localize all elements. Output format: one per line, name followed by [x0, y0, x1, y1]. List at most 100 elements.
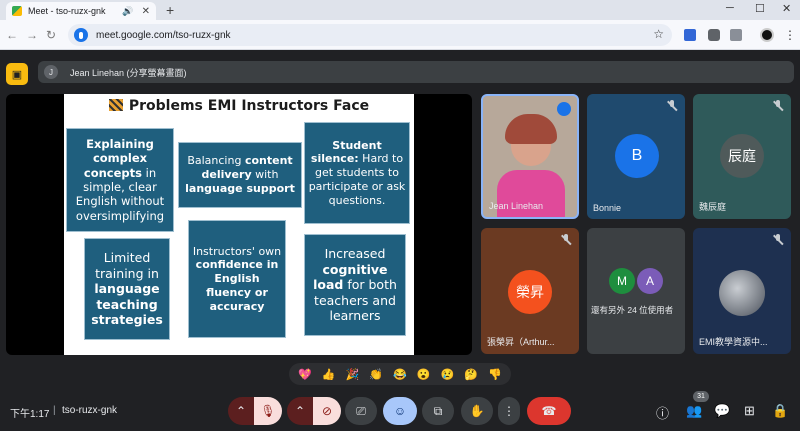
participant-count-badge: 31: [693, 391, 709, 402]
close-window-icon[interactable]: ✕: [782, 2, 791, 15]
reaction-thumbs-up[interactable]: 👍: [322, 368, 336, 381]
back-icon[interactable]: ←: [6, 28, 18, 42]
meeting-code: tso-ruzx-gnk: [62, 405, 118, 416]
present-screen-button[interactable]: ⎚: [345, 397, 377, 425]
reaction-thinking[interactable]: 🤔: [464, 368, 478, 381]
participant-name: Jean Linehan: [489, 201, 544, 211]
participant-name: 張榮昇（Arthur...: [487, 337, 555, 347]
avatar-m: M: [609, 268, 635, 294]
slide-title: Problems EMI Instructors Face: [64, 98, 414, 114]
slide-box-1: Explaining complex concepts in simple, c…: [66, 128, 174, 232]
avatar-a: A: [637, 268, 663, 294]
browser-tab-bar: Meet - tso-ruzx-gnk 🔊 ✕ + ─ ☐ ✕: [0, 0, 800, 20]
mic-toggle-button[interactable]: 🎙: [254, 397, 282, 425]
profile-avatar[interactable]: [760, 28, 774, 42]
maximize-icon[interactable]: ☐: [755, 2, 765, 15]
mic-off-icon: 🎙: [260, 404, 276, 418]
participant-tile-wei[interactable]: 辰庭 魏辰庭: [693, 94, 791, 219]
slide-box-5: Instructors' own confidence in English f…: [188, 220, 286, 338]
browser-tab[interactable]: Meet - tso-ruzx-gnk 🔊 ✕: [6, 2, 156, 20]
reactions-bar: 💖 👍 🎉 👏 😂 😮 😢 🤔 👎: [289, 363, 511, 385]
kebab-icon: ⋮: [503, 404, 515, 418]
participant-tile-emi[interactable]: EMI教學資源中...: [693, 228, 791, 354]
participant-tile-bonnie[interactable]: B Bonnie: [587, 94, 685, 219]
reaction-party[interactable]: 🎉: [346, 368, 360, 381]
reaction-heart[interactable]: 💖: [298, 368, 312, 381]
present-icon: ⎚: [356, 403, 366, 418]
participant-name: EMI教學資源中...: [699, 337, 768, 347]
shared-screen: Problems EMI Instructors Face Explaining…: [6, 94, 472, 355]
presenter-label: Jean Linehan (分享螢幕畫面): [70, 67, 187, 78]
chevron-up-icon: ⌃: [235, 404, 247, 418]
mic-off-icon: [561, 234, 571, 246]
participant-name: 還有另外 24 位使用者: [591, 305, 674, 315]
slide-box-3: Student silence: Hard to get students to…: [304, 122, 410, 224]
mic-off-icon: [773, 234, 783, 246]
meet-favicon-icon: [12, 6, 22, 16]
new-tab-button[interactable]: +: [166, 2, 174, 18]
reaction-laugh[interactable]: 😂: [393, 368, 407, 381]
bookmark-star-icon[interactable]: ☆: [653, 27, 664, 41]
slide-box-6: Increased cognitive load for both teache…: [304, 234, 406, 336]
presentation-icon[interactable]: ▣: [6, 63, 28, 85]
hang-up-icon: ☎: [541, 404, 557, 418]
participant-name: 魏辰庭: [699, 202, 727, 212]
reaction-sad[interactable]: 😢: [441, 368, 455, 381]
participant-tile-others[interactable]: M A 還有另外 24 位使用者: [587, 228, 685, 354]
captions-icon: ⧉: [433, 403, 443, 418]
camera-toggle-button[interactable]: ⊘: [313, 397, 341, 425]
speaking-indicator-icon: [557, 102, 571, 116]
host-controls-icon[interactable]: 🔒: [772, 403, 788, 419]
mic-off-icon: [667, 100, 677, 112]
captions-button[interactable]: ⧉: [422, 397, 454, 425]
participant-tile-jean[interactable]: Jean Linehan: [481, 94, 579, 219]
presenter-avatar: J: [44, 65, 58, 79]
slide: Problems EMI Instructors Face Explaining…: [64, 94, 414, 355]
participant-tile-arthur[interactable]: 榮昇 張榮昇（Arthur...: [481, 228, 579, 354]
mic-options-button[interactable]: ⌃: [228, 397, 254, 425]
extension-icon[interactable]: [684, 29, 696, 41]
reaction-thumbs-down[interactable]: 👎: [488, 368, 502, 381]
reaction-surprised[interactable]: 😮: [417, 368, 431, 381]
site-info-icon[interactable]: [74, 28, 88, 42]
tab-title: Meet - tso-ruzx-gnk: [28, 6, 106, 16]
emoji-icon: ☺: [393, 404, 407, 418]
participant-hair: [505, 114, 557, 144]
avatar: 辰庭: [720, 134, 764, 178]
avatar: B: [615, 134, 659, 178]
cast-icon[interactable]: [708, 29, 720, 41]
slide-box-2: Balancing content delivery with language…: [178, 142, 302, 208]
people-icon[interactable]: 👥: [686, 403, 702, 419]
chevron-up-icon: ⌃: [294, 404, 306, 418]
close-tab-icon[interactable]: ✕: [142, 6, 150, 17]
omnibox[interactable]: meet.google.com/tso-ruzx-gnk ☆: [68, 24, 672, 46]
forward-icon[interactable]: →: [26, 28, 38, 42]
meeting-info-icon[interactable]: ⓘ: [656, 403, 669, 422]
reaction-clap[interactable]: 👏: [369, 368, 383, 381]
raise-hand-button[interactable]: ✋: [461, 397, 493, 425]
address-bar-row: ← → ↻ meet.google.com/tso-ruzx-gnk ☆ ⋮: [0, 20, 800, 50]
menu-kebab-icon[interactable]: ⋮: [784, 28, 796, 42]
minimize-icon[interactable]: ─: [726, 2, 734, 14]
clock-time: 下午1:17: [10, 409, 50, 420]
leave-call-button[interactable]: ☎: [527, 397, 571, 425]
camera-off-icon: ⊘: [321, 404, 333, 418]
reload-icon[interactable]: ↻: [46, 28, 56, 42]
construction-icon: [108, 99, 123, 111]
more-options-button[interactable]: ⋮: [498, 397, 520, 425]
mic-off-icon: [773, 100, 783, 112]
separator: |: [53, 405, 56, 416]
audio-playing-icon[interactable]: 🔊: [122, 6, 133, 17]
reactions-button[interactable]: ☺: [383, 397, 417, 425]
extensions-puzzle-icon[interactable]: [730, 29, 742, 41]
hand-icon: ✋: [469, 404, 485, 418]
url-text: meet.google.com/tso-ruzx-gnk: [96, 29, 231, 41]
chat-icon[interactable]: 💬: [714, 403, 730, 419]
camera-options-button[interactable]: ⌃: [287, 397, 313, 425]
activities-icon[interactable]: ⊞: [744, 403, 755, 419]
slide-box-4: Limited training in language teaching st…: [84, 238, 170, 340]
presenter-bar: J Jean Linehan (分享螢幕畫面): [38, 61, 794, 83]
avatar-image: [719, 270, 765, 316]
avatar: 榮昇: [508, 270, 552, 314]
participant-shirt: [497, 170, 565, 217]
